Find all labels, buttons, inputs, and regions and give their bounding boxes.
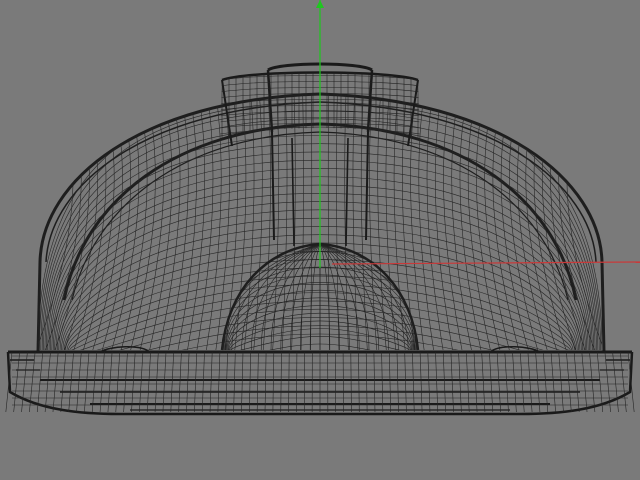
brim-rib bbox=[21, 351, 28, 413]
brim-rib bbox=[612, 351, 619, 413]
brim-rib bbox=[589, 351, 596, 413]
wireframe-scene[interactable] bbox=[0, 0, 640, 480]
brim-rib bbox=[68, 351, 74, 413]
brim-rib bbox=[44, 351, 51, 413]
mesh-meridian bbox=[196, 94, 214, 350]
mesh-meridian bbox=[492, 94, 520, 350]
brim-rib bbox=[581, 351, 588, 413]
mesh-meridian bbox=[426, 94, 444, 350]
brim-rib bbox=[76, 351, 82, 413]
mesh-meridian bbox=[385, 94, 397, 350]
mesh-meridian bbox=[434, 94, 453, 350]
brim-rib bbox=[84, 351, 90, 413]
brim-rib bbox=[36, 351, 44, 413]
y-axis-arrow bbox=[316, 0, 324, 8]
mesh-meridian bbox=[111, 94, 140, 350]
brim-rib bbox=[550, 351, 556, 413]
mesh-meridian bbox=[215, 94, 230, 350]
mesh-meridian bbox=[101, 94, 131, 350]
mesh-meridian bbox=[243, 94, 255, 350]
brim-rib bbox=[52, 351, 59, 413]
mesh-meridian bbox=[410, 94, 425, 350]
mesh-meridian bbox=[281, 94, 288, 350]
brim-rib bbox=[13, 351, 20, 413]
brim-rib bbox=[620, 351, 627, 413]
3d-viewport[interactable] bbox=[0, 0, 640, 480]
mesh-meridian bbox=[352, 94, 359, 350]
brim-rib bbox=[60, 351, 67, 413]
brim-rib bbox=[573, 351, 580, 413]
mesh-meridian bbox=[550, 94, 586, 350]
mesh-meridian bbox=[120, 94, 148, 350]
mesh-meridian bbox=[509, 94, 539, 350]
mesh-meridian bbox=[187, 94, 206, 350]
brim-rib bbox=[596, 351, 604, 413]
brim-rib bbox=[566, 351, 572, 413]
mesh-meridian bbox=[54, 94, 90, 350]
brim-rib bbox=[558, 351, 564, 413]
mesh-meridian bbox=[500, 94, 529, 350]
